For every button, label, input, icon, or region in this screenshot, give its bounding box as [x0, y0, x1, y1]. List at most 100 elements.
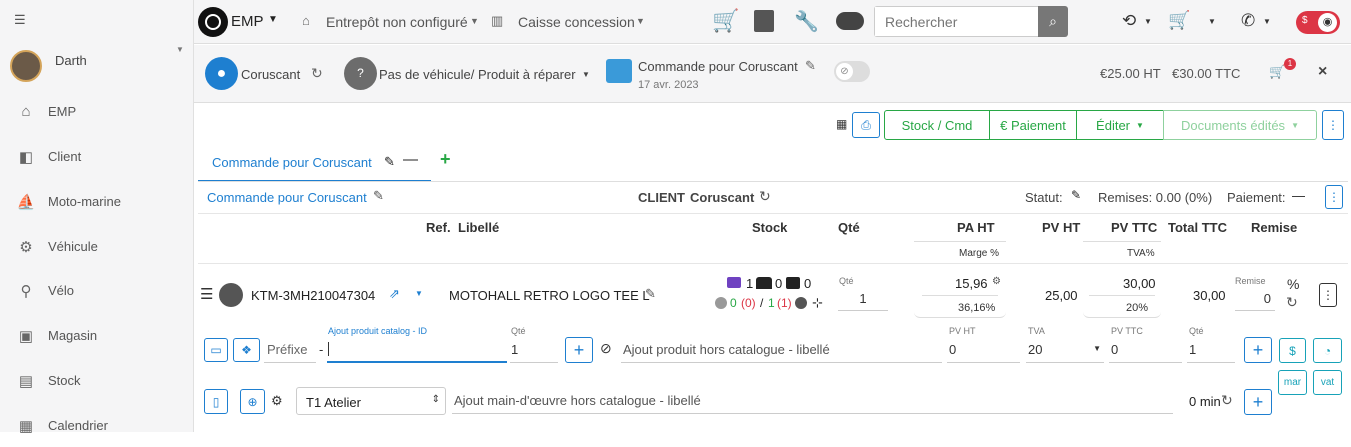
sidebar-item-emp[interactable]: ⌂ EMP	[0, 89, 194, 133]
add-custom-product-button[interactable]: +	[1244, 337, 1272, 363]
sidebar-item-calendrier[interactable]: ▦ Calendrier	[0, 403, 194, 447]
add-labor-button[interactable]: +	[1244, 389, 1272, 415]
add-tab-button[interactable]: +	[440, 149, 451, 170]
pv-ht-label: PV HT	[949, 326, 976, 336]
history-icon[interactable]: ⟲	[1122, 11, 1136, 31]
qte-input[interactable]: 1	[1187, 336, 1235, 363]
brand-dropdown-icon[interactable]: ▼	[268, 14, 278, 25]
prefix-input[interactable]: Préfixe	[264, 336, 316, 363]
sidebar-item-magasin[interactable]: ▣ Magasin	[0, 313, 194, 357]
brand-logo-icon[interactable]	[198, 7, 228, 37]
pencil-icon[interactable]: ✎	[1071, 188, 1081, 202]
sidebar: ☰ Darth ▼ ⌂ EMP ◧ Client ⛵ Moto-marine ⚙…	[0, 0, 194, 435]
edit-button[interactable]: Éditer ▼	[1076, 110, 1164, 140]
more-options-button[interactable]: ⋮	[1322, 110, 1344, 140]
tva-select[interactable]: 20 ▼	[1026, 336, 1104, 363]
add-to-cart-button[interactable]: ⊕	[240, 389, 265, 414]
labor-input[interactable]: Ajout main-d'œuvre hors catalogue - libe…	[452, 387, 1173, 414]
documents-button[interactable]: Documents édités ▼	[1163, 110, 1317, 140]
minus-icon[interactable]: —	[403, 151, 418, 168]
row-options-button[interactable]: ⋮	[1319, 283, 1337, 307]
remise-input[interactable]: 0	[1235, 289, 1275, 311]
bicycle-icon: ⚲	[20, 283, 32, 300]
sidebar-item-moto-marine[interactable]: ⛵ Moto-marine	[0, 179, 194, 223]
stock-b: (0)	[741, 296, 756, 310]
add-catalog-product-button[interactable]: +	[565, 337, 593, 363]
cart-icon[interactable]: 🛒	[712, 8, 739, 34]
chevron-down-icon[interactable]: ▼	[582, 70, 590, 79]
qte-input[interactable]: 1	[838, 289, 888, 311]
pa-ht-box: 15,96 ⚙ 36,16%	[914, 270, 1006, 318]
qty-input[interactable]: 1	[510, 336, 558, 363]
cart-count-icon[interactable]: 🛒	[1168, 10, 1190, 31]
calendar-moto-icon[interactable]	[754, 10, 774, 32]
jetski-icon: ⛵	[16, 194, 36, 211]
warehouse-selector[interactable]: Entrepôt non configuré	[326, 14, 468, 30]
phone-icon[interactable]: ✆	[1241, 11, 1255, 31]
gauge-button[interactable]: ◔	[1313, 338, 1342, 363]
chevron-down-icon[interactable]: ▼	[1144, 17, 1152, 26]
chevron-down-icon[interactable]: ▼	[636, 16, 645, 26]
stock-cmd-button[interactable]: Stock / Cmd	[884, 110, 990, 140]
chevron-down-icon[interactable]: ▼	[415, 289, 423, 298]
catalog-id-input[interactable]	[327, 336, 507, 363]
search-input-wrapper	[874, 6, 1038, 37]
sidebar-item-velo[interactable]: ⚲ Vélo	[0, 268, 194, 312]
register-selector[interactable]: Caisse concession	[518, 14, 635, 30]
cash-register-icon: ▥	[491, 13, 504, 28]
refresh-icon[interactable]: ↻	[1221, 392, 1233, 409]
cart-icon[interactable]: 🛒	[1269, 64, 1285, 80]
print-button[interactable]: ⎙	[852, 112, 880, 138]
pencil-icon[interactable]: ✎	[384, 154, 395, 170]
avatar[interactable]	[10, 50, 42, 82]
order-title-link[interactable]: Commande pour Coruscant	[207, 190, 367, 205]
close-button[interactable]: ×	[1318, 63, 1327, 81]
external-link-icon[interactable]: ⇗	[389, 286, 400, 302]
catalog-button[interactable]: ❖	[233, 338, 260, 362]
vehicle-unknown-icon[interactable]: ?	[344, 57, 377, 90]
product-ref[interactable]: KTM-3MH210047304	[251, 288, 375, 303]
currency-button[interactable]: $	[1279, 338, 1306, 363]
marge-button[interactable]: mar	[1278, 370, 1307, 395]
client-label: CLIENT	[638, 190, 685, 205]
drag-handle-icon[interactable]: ☰	[200, 285, 213, 303]
minutes-value[interactable]: 0 min	[1189, 394, 1221, 409]
refresh-icon[interactable]: ↻	[311, 65, 323, 82]
edit-icon[interactable]: ✎	[805, 58, 816, 74]
tab-order[interactable]: Commande pour Coruscant ✎ —	[198, 146, 431, 182]
hors-catalogue-input[interactable]: Ajout produit hors catalogue - libellé	[621, 336, 942, 363]
qr-code-icon[interactable]: ▦	[836, 117, 847, 131]
chevron-down-icon[interactable]: ▼	[1208, 17, 1216, 26]
wrench-icon[interactable]: 🔧	[794, 9, 819, 34]
vehicle-selector[interactable]: Pas de véhicule/ Produit à réparer	[379, 67, 576, 82]
client-name[interactable]: Coruscant	[241, 67, 300, 82]
order-toggle[interactable]: ⊘	[834, 61, 870, 82]
refresh-icon[interactable]: ↻	[1286, 294, 1298, 311]
search-button[interactable]: ⌕	[1038, 6, 1068, 37]
edit-icon[interactable]: ✎	[645, 286, 656, 302]
pv-ht-input[interactable]: 0	[947, 336, 1020, 363]
percent-toggle[interactable]: %	[1287, 276, 1299, 292]
sidebar-item-client[interactable]: ◧ Client	[0, 134, 194, 178]
order-options-button[interactable]: ⋮	[1325, 185, 1343, 209]
document-button[interactable]: ▯	[204, 389, 228, 414]
sidebar-item-stock[interactable]: ▤ Stock	[0, 358, 194, 402]
vat-button[interactable]: vat	[1313, 370, 1342, 395]
collapse-menu-icon[interactable]: ☰	[14, 12, 26, 28]
search-input[interactable]	[875, 7, 1025, 36]
comment-button[interactable]: ▭	[204, 338, 228, 362]
user-name[interactable]: Darth	[55, 53, 87, 68]
client-avatar-icon[interactable]: ●	[205, 57, 238, 90]
chevron-down-icon[interactable]: ▼	[1263, 17, 1271, 26]
edit-icon[interactable]: ✎	[373, 188, 384, 204]
refresh-icon[interactable]: ↻	[759, 188, 771, 205]
brand-name[interactable]: EMP	[231, 13, 264, 30]
moto-cart-icon[interactable]	[836, 12, 864, 30]
pv-ttc-input[interactable]: 0	[1109, 336, 1182, 363]
user-dropdown-icon[interactable]: ▼	[176, 45, 184, 54]
payment-button[interactable]: € Paiement	[989, 110, 1077, 140]
sidebar-item-vehicule[interactable]: ⚙ Véhicule	[0, 224, 194, 268]
chevron-down-icon[interactable]: ▼	[470, 16, 479, 26]
atelier-select[interactable]: T1 Atelier ⇕	[296, 387, 446, 415]
price-display-toggle[interactable]: $ ◉	[1296, 11, 1340, 34]
